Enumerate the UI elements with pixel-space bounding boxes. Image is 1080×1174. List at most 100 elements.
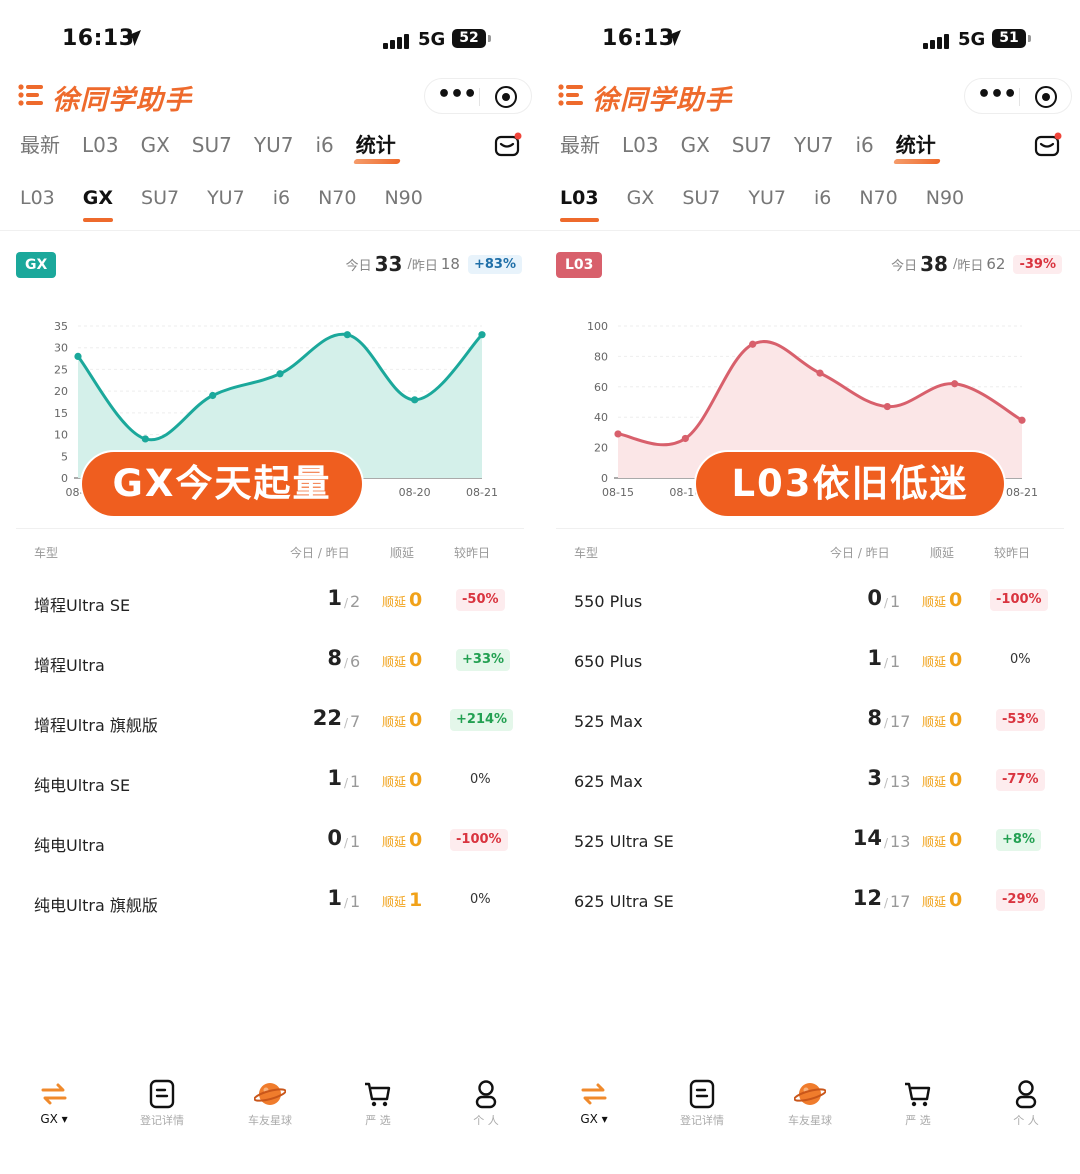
nav-community[interactable]: 车友星球	[220, 1072, 320, 1142]
nav-shop[interactable]: 严 选	[328, 1072, 428, 1142]
more-dots-icon[interactable]: •••	[977, 84, 1017, 106]
y-tick-label: 15	[54, 407, 68, 420]
count-slash: /	[884, 716, 889, 730]
delay-cell: 顺延 1	[382, 889, 422, 911]
main-tab-5[interactable]: i6	[855, 130, 873, 164]
delay-label: 顺延	[382, 655, 407, 669]
table-row[interactable]: 增程Ultra SE 1/2 顺延 0 -50%	[0, 576, 540, 636]
x-tick-label: 08-20	[399, 486, 431, 499]
model-tab-2[interactable]: SU7	[682, 184, 720, 224]
main-tab-0[interactable]: 最新	[560, 130, 600, 164]
data-point-2	[209, 391, 217, 400]
delay-cell: 顺延 0	[922, 889, 962, 911]
nav-switch-model[interactable]: GX ▾	[4, 1072, 104, 1142]
nav-label: 个 人	[473, 1114, 499, 1127]
delay-count: 0	[409, 769, 423, 791]
table-row[interactable]: 625 Max 3/13 顺延 0 -77%	[540, 756, 1080, 816]
list-logo-icon	[18, 84, 43, 106]
nav-shop[interactable]: 严 选	[868, 1072, 968, 1142]
planet-icon	[254, 1083, 286, 1105]
nav-registration-details[interactable]: 登记详情	[652, 1072, 752, 1142]
main-tab-1[interactable]: L03	[82, 130, 119, 164]
main-tab-1[interactable]: L03	[622, 130, 659, 164]
main-tab-4[interactable]: YU7	[794, 130, 834, 164]
model-name: 525 Ultra SE	[574, 832, 674, 851]
today-count: 14	[852, 826, 882, 850]
table-row[interactable]: 增程Ultra 旗舰版 22/7 顺延 0 +214%	[0, 696, 540, 756]
today-count: 0	[867, 586, 882, 610]
change-badge: -100%	[990, 589, 1048, 611]
model-tab-4[interactable]: i6	[814, 184, 831, 224]
delay-cell: 顺延 0	[922, 709, 962, 731]
daily-summary: 今日 33/ 昨日 18 +83%	[346, 250, 522, 278]
main-tab-2[interactable]: GX	[141, 130, 170, 164]
today-count: 1	[327, 766, 342, 790]
model-tab-4[interactable]: i6	[273, 184, 290, 224]
signal-icon	[923, 34, 949, 49]
table-row[interactable]: 650 Plus 1/1 顺延 0 0%	[540, 636, 1080, 696]
table-row[interactable]: 纯电Ultra 旗舰版 1/1 顺延 1 0%	[0, 876, 540, 936]
model-tab-0[interactable]: L03	[560, 184, 599, 224]
nav-label: GX ▾	[580, 1112, 608, 1126]
message-icon[interactable]	[494, 132, 522, 158]
table-row[interactable]: 625 Ultra SE 12/17 顺延 0 -29%	[540, 876, 1080, 936]
model-tab-3[interactable]: YU7	[207, 184, 245, 224]
close-target-icon[interactable]	[495, 86, 517, 108]
today-count: 1	[327, 586, 342, 610]
main-tab-6[interactable]: 统计	[896, 130, 936, 164]
nav-label: GX ▾	[40, 1112, 68, 1126]
delay-count: 1	[409, 889, 423, 911]
nav-registration-details[interactable]: 登记详情	[112, 1072, 212, 1142]
main-tab-6[interactable]: 统计	[356, 130, 396, 164]
table-row[interactable]: 550 Plus 0/1 顺延 0 -100%	[540, 576, 1080, 636]
app-header: 徐同学助手 •••	[0, 72, 540, 122]
document-icon	[689, 1079, 715, 1109]
delay-label: 顺延	[382, 595, 407, 609]
main-tab-0[interactable]: 最新	[20, 130, 60, 164]
delay-cell: 顺延 0	[382, 589, 422, 611]
change-badge: -50%	[456, 589, 505, 611]
model-tab-1[interactable]: GX	[627, 184, 655, 224]
more-dots-icon[interactable]: •••	[437, 84, 477, 106]
main-tab-5[interactable]: i6	[315, 130, 333, 164]
today-count: 8	[867, 706, 882, 730]
table-row[interactable]: 525 Max 8/17 顺延 0 -53%	[540, 696, 1080, 756]
delay-cell: 顺延 0	[382, 649, 422, 671]
model-tab-6[interactable]: N90	[384, 184, 422, 224]
column-header-vs-yest: 较昨日	[454, 546, 491, 560]
yesterday-count-cell: /7	[344, 712, 360, 731]
change-badge: -100%	[450, 829, 508, 851]
nav-profile[interactable]: 个 人	[976, 1072, 1076, 1142]
today-count: 0	[327, 826, 342, 850]
model-tab-3[interactable]: YU7	[748, 184, 786, 224]
table-row[interactable]: 525 Ultra SE 14/13 顺延 0 +8%	[540, 816, 1080, 876]
model-tab-2[interactable]: SU7	[141, 184, 179, 224]
model-tab-1[interactable]: GX	[82, 184, 114, 224]
table-row[interactable]: 纯电Ultra 0/1 顺延 0 -100%	[0, 816, 540, 876]
table-row[interactable]: 增程Ultra 8/6 顺延 0 +33%	[0, 636, 540, 696]
main-tab-3[interactable]: SU7	[732, 130, 772, 164]
main-tab-4[interactable]: YU7	[254, 130, 294, 164]
message-icon[interactable]	[1034, 132, 1062, 158]
tabs-divider	[0, 230, 540, 231]
count-slash: /	[884, 836, 889, 850]
battery-level: 52	[452, 29, 486, 48]
y-tick-label: 25	[54, 363, 68, 376]
close-target-icon[interactable]	[1035, 86, 1057, 108]
x-tick-label: 08-21	[1006, 486, 1038, 499]
nav-profile[interactable]: 个 人	[436, 1072, 536, 1142]
model-tab-6[interactable]: N90	[926, 184, 964, 224]
nav-community[interactable]: 车友星球	[760, 1072, 860, 1142]
main-tab-3[interactable]: SU7	[192, 130, 232, 164]
model-tab-5[interactable]: N70	[859, 184, 897, 224]
nav-switch-model[interactable]: GX ▾	[544, 1072, 644, 1142]
delay-count: 0	[949, 829, 963, 851]
model-name: 纯电Ultra SE	[34, 776, 131, 795]
main-tab-2[interactable]: GX	[681, 130, 710, 164]
yesterday-count: 13	[890, 832, 911, 851]
model-tabs: L03 GX SU7 YU7 i6 N70 N90	[20, 184, 451, 224]
model-tab-5[interactable]: N70	[318, 184, 356, 224]
table-row[interactable]: 纯电Ultra SE 1/1 顺延 0 0%	[0, 756, 540, 816]
data-point-5	[951, 380, 959, 388]
model-tab-0[interactable]: L03	[20, 184, 55, 224]
